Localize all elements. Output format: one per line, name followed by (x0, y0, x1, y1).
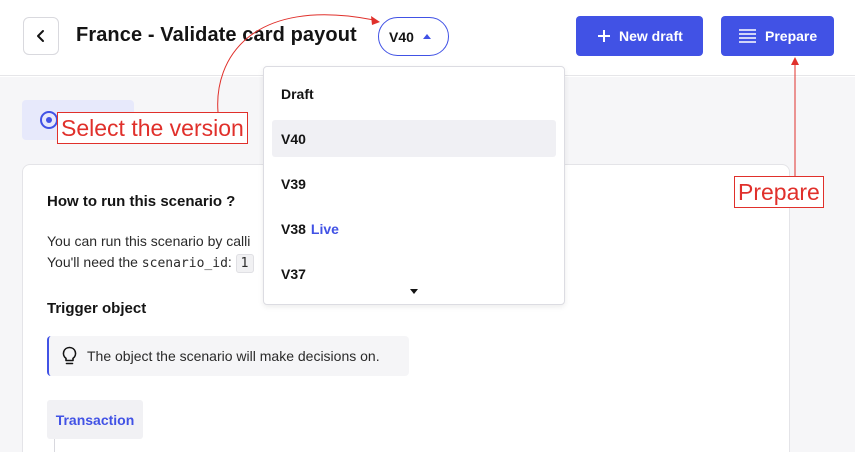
annotation-prepare: Prepare (734, 176, 824, 208)
version-arrowhead (371, 16, 380, 25)
annotation-select-version: Select the version (57, 112, 248, 144)
version-arrow (217, 14, 375, 113)
annotation-arrows (217, 14, 799, 176)
prepare-arrowhead (791, 57, 799, 65)
